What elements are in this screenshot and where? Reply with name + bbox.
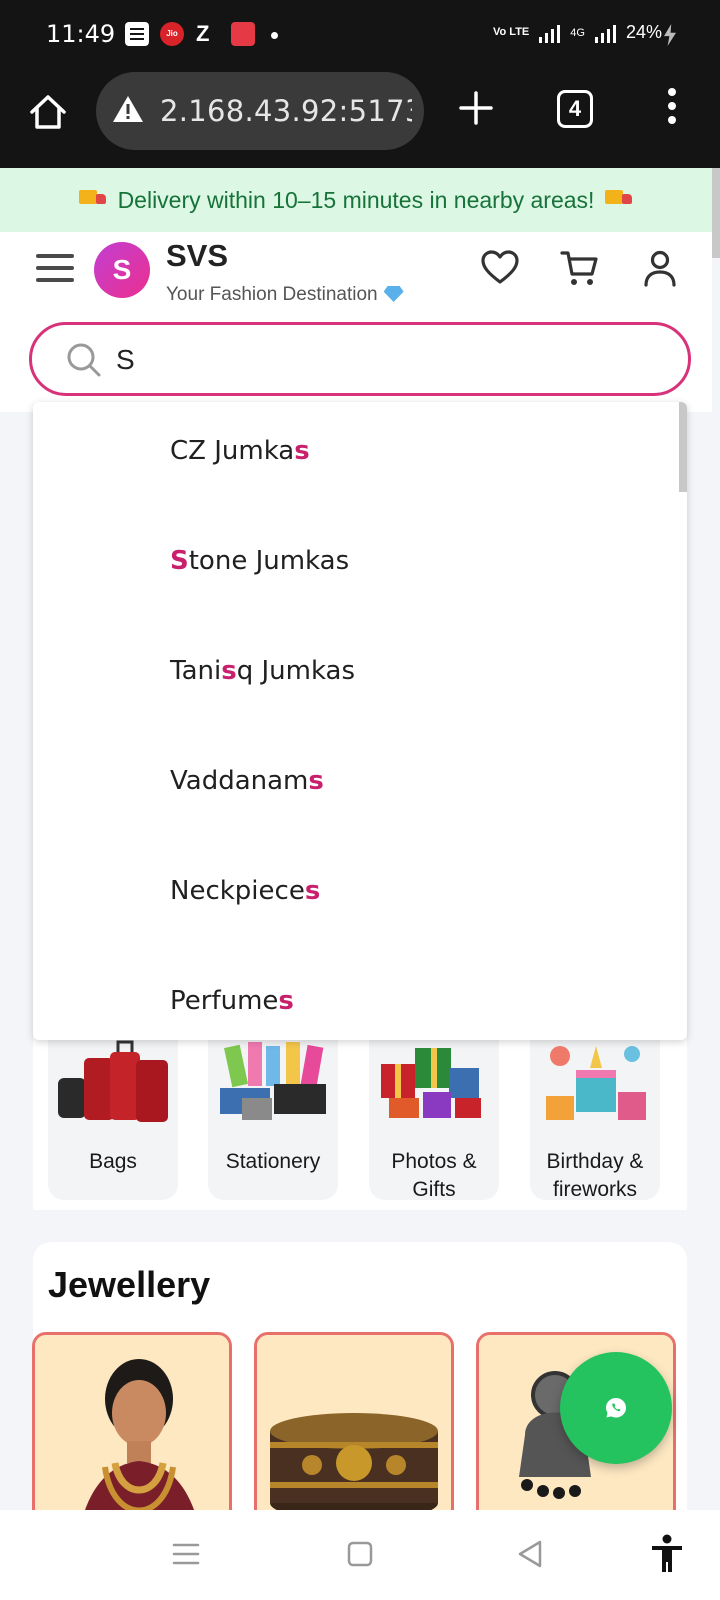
search-suggestions: CZ Jumkas Stone Jumkas Tanisq Jumkas Vad… bbox=[33, 402, 687, 1040]
delivery-banner: Delivery within 10–15 minutes in nearby … bbox=[0, 168, 712, 232]
suggestion-item[interactable]: Tanisq Jumkas bbox=[170, 656, 355, 686]
z-notification-icon: Z bbox=[196, 21, 210, 46]
tabs-button[interactable]: 4 bbox=[557, 90, 593, 128]
category-label: Photos & Gifts bbox=[391, 1150, 477, 1201]
gifts-image bbox=[381, 1048, 481, 1118]
stationery-image bbox=[220, 1042, 326, 1120]
url-text[interactable]: 2.168.43.92:5173 bbox=[160, 94, 412, 128]
cart-icon[interactable] bbox=[560, 248, 600, 288]
delivery-text: Delivery within 10–15 minutes in nearby … bbox=[117, 187, 595, 213]
category-label: Bags bbox=[89, 1150, 137, 1173]
suggestion-item[interactable]: Neckpieces bbox=[170, 876, 320, 906]
jio-notification-icon: Jio bbox=[160, 22, 184, 46]
home-nav-icon[interactable] bbox=[342, 1536, 378, 1572]
suggestion-item[interactable]: Stone Jumkas bbox=[170, 546, 349, 576]
more-vert-icon[interactable] bbox=[664, 88, 680, 128]
whatsapp-icon bbox=[606, 1398, 626, 1418]
suggestions-scrollbar[interactable] bbox=[679, 402, 687, 492]
warning-icon[interactable] bbox=[112, 94, 144, 124]
truck-icon bbox=[79, 190, 107, 210]
category-label: Birthday & fireworks bbox=[546, 1150, 644, 1201]
signal-2-icon bbox=[594, 23, 616, 43]
status-right: Vo LTE 4G 24% bbox=[493, 22, 662, 43]
volte-icon: Vo LTE bbox=[493, 26, 530, 38]
battery-level: 24% bbox=[625, 22, 662, 42]
recorder-notification-icon bbox=[231, 22, 255, 46]
home-icon[interactable] bbox=[28, 92, 68, 132]
page-scrollbar[interactable] bbox=[712, 168, 720, 258]
accessibility-icon[interactable] bbox=[650, 1534, 684, 1574]
menu-icon[interactable] bbox=[36, 254, 74, 286]
back-icon[interactable] bbox=[512, 1536, 548, 1572]
new-tab-plus-icon[interactable] bbox=[458, 90, 494, 126]
brand-avatar[interactable]: S bbox=[94, 242, 150, 298]
suggestion-item[interactable]: Perfumes bbox=[170, 986, 294, 1016]
brand-name[interactable]: SVS bbox=[166, 238, 228, 274]
truck-icon bbox=[604, 190, 633, 210]
document-notification-icon bbox=[125, 22, 149, 46]
network-type: 4G bbox=[570, 26, 585, 39]
birthday-image bbox=[546, 1046, 646, 1120]
recents-icon[interactable] bbox=[168, 1536, 204, 1572]
suggestion-item[interactable]: Vaddanams bbox=[170, 766, 324, 796]
diamond-icon bbox=[383, 286, 404, 302]
status-time: 11:49 bbox=[46, 20, 116, 48]
tagline-text: Your Fashion Destination bbox=[166, 284, 378, 305]
suggestion-item[interactable]: CZ Jumkas bbox=[170, 436, 310, 466]
whatsapp-button[interactable] bbox=[560, 1352, 672, 1464]
more-notifications-icon bbox=[271, 32, 278, 39]
signal-icon bbox=[539, 23, 561, 43]
bags-image bbox=[58, 1040, 168, 1122]
address-bar[interactable]: 2.168.43.92:5173 bbox=[96, 72, 424, 150]
charging-icon bbox=[664, 24, 676, 46]
user-icon[interactable] bbox=[640, 248, 680, 288]
heart-icon[interactable] bbox=[480, 248, 520, 288]
search-icon bbox=[67, 343, 101, 377]
status-bar: 11:49 Jio Z Vo LTE 4G 24% bbox=[0, 0, 720, 72]
category-label: Stationery bbox=[225, 1150, 321, 1173]
search-bar[interactable] bbox=[29, 322, 691, 396]
section-title: Jewellery bbox=[48, 1264, 211, 1305]
system-nav-bar bbox=[0, 1510, 720, 1600]
brand-tagline: Your Fashion Destination bbox=[166, 284, 404, 306]
search-input[interactable] bbox=[116, 340, 656, 380]
browser-toolbar: 2.168.43.92:5173 4 bbox=[0, 72, 720, 168]
